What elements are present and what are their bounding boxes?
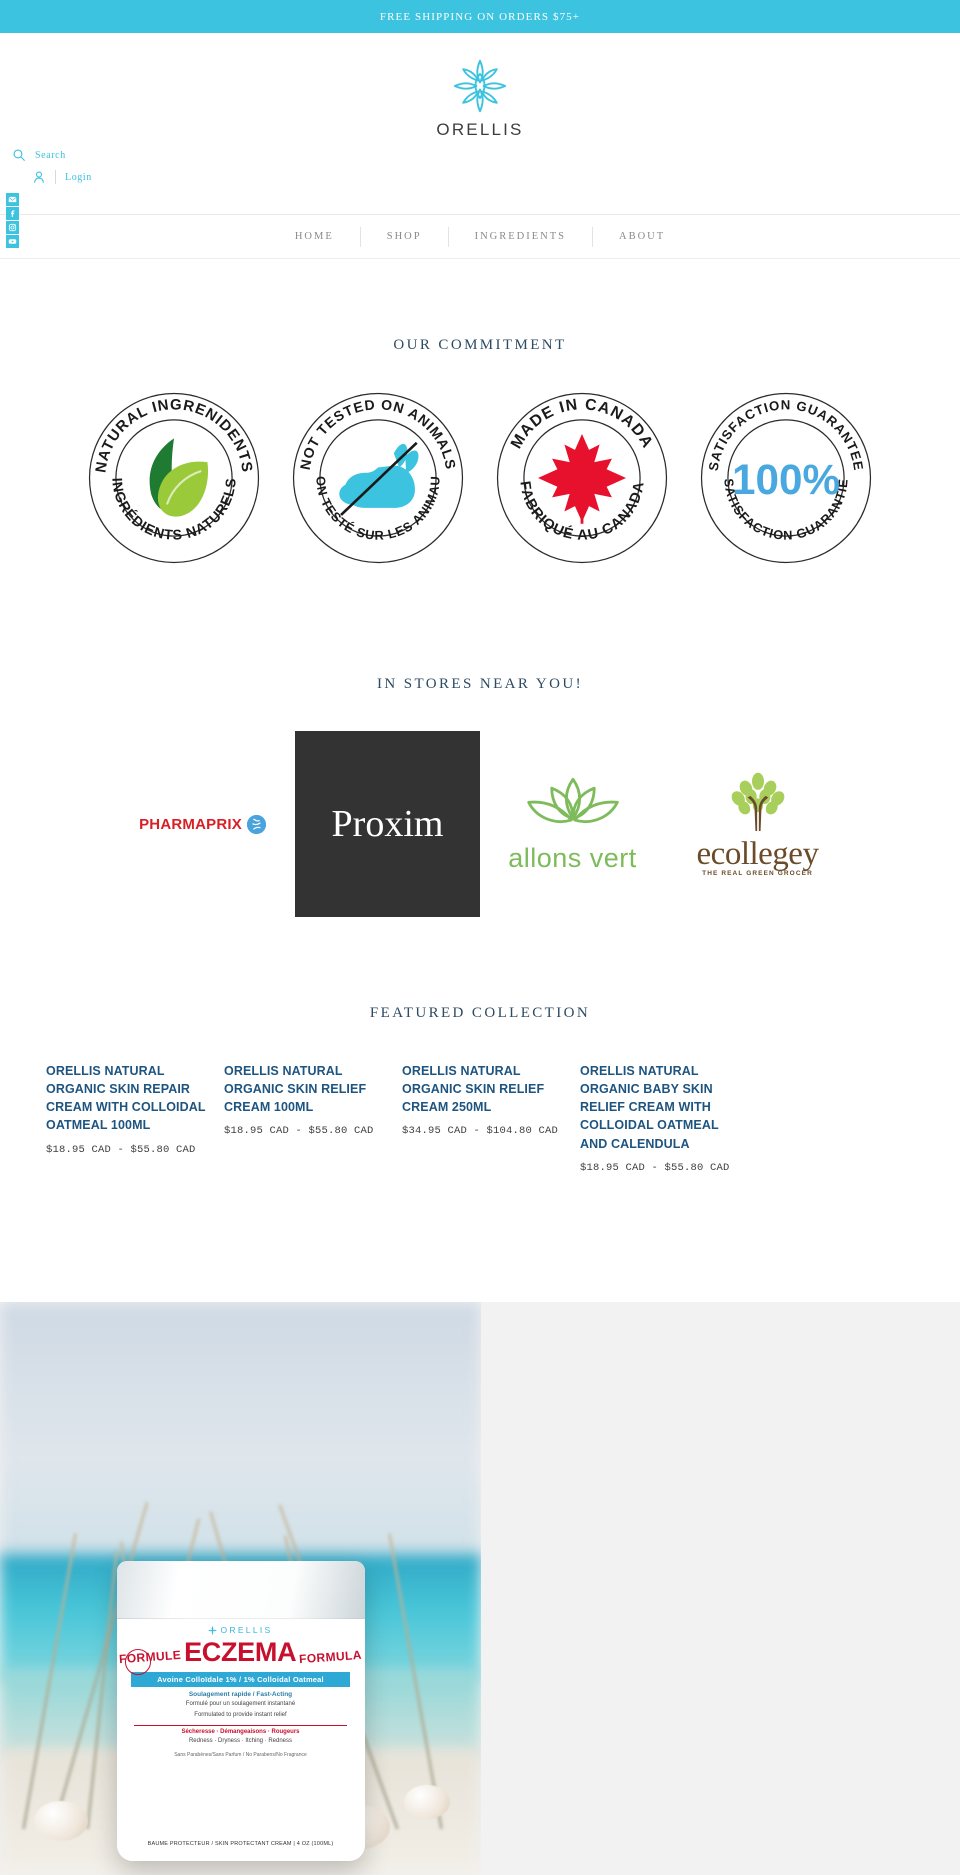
product-price: $18.95 CAD - $55.80 CAD bbox=[224, 1125, 374, 1138]
badge-not-tested-on-animals: NOT TESTED ON ANIMALS NON TESTÉ SUR LES … bbox=[290, 390, 466, 566]
jar-fast-acting: Soulagement rapide / Fast-Acting bbox=[188, 1691, 293, 1698]
logo[interactable]: ORELLIS bbox=[0, 56, 960, 140]
announcement-bar: FREE SHIPPING ON ORDERS $75+ bbox=[0, 0, 960, 33]
product-price: $18.95 CAD - $55.80 CAD bbox=[46, 1143, 196, 1156]
store-logo-ecollegey: ecollegey THE REAL GREEN GROCER bbox=[665, 744, 850, 904]
featured-title: FEATURED COLLECTION bbox=[369, 1005, 591, 1021]
pharmaprix-emblem-icon bbox=[246, 814, 266, 834]
jar-formule-left: FORMULE bbox=[118, 1647, 182, 1667]
hero-product-photo: ORELLIS FORMULE ECZEMA FORMULA Avoine Co… bbox=[0, 1302, 481, 1875]
product-title[interactable]: ORELLIS NATURAL ORGANIC SKIN RELIEF CREA… bbox=[224, 1062, 386, 1116]
store-logos: PHARMAPRIX Proxim allons vert ecollegey … bbox=[0, 731, 960, 917]
utility-links: Search Login bbox=[12, 148, 92, 184]
proxim-text-part: Proxim bbox=[331, 803, 444, 845]
jar-line-1: Formulé pour un soulagement instantané bbox=[185, 1701, 296, 1707]
search-icon bbox=[12, 148, 26, 162]
user-icon bbox=[32, 170, 46, 184]
jar-oatmeal-strip: Avoine Colloïdale 1% / 1% Colloidal Oatm… bbox=[131, 1672, 350, 1687]
rabbit-crossed-icon bbox=[339, 441, 419, 516]
site-header: ORELLIS Search Login bbox=[0, 33, 960, 248]
stores-section: IN STORES NEAR YOU! PHARMAPRIX Proxim al… bbox=[0, 566, 960, 917]
sky bbox=[0, 1302, 481, 1566]
ecollegey-text: ecollegey bbox=[696, 836, 819, 872]
maple-leaf-icon bbox=[538, 434, 626, 524]
eczema-cream-jar: ORELLIS FORMULE ECZEMA FORMULA Avoine Co… bbox=[116, 1561, 365, 1861]
badge-top-text: NOT TESTED ON ANIMALS bbox=[297, 396, 459, 471]
announcement-text: FREE SHIPPING ON ORDERS $75+ bbox=[379, 10, 581, 23]
orellis-flower-icon bbox=[450, 56, 510, 116]
jar-main-title: ECZEMA bbox=[184, 1637, 297, 1667]
jar-ingredient-note: Sans Parabènes/Sans Parfum / No Parabens… bbox=[174, 1752, 307, 1758]
store-logo-proxim: Proxim bbox=[295, 731, 480, 917]
jar-line-2: Formulated to provide instant relief bbox=[194, 1712, 287, 1718]
jar-bottom-text: BAUME PROTECTEUR / SKIN PROTECTANT CREAM… bbox=[147, 1841, 334, 1847]
login-link[interactable]: Login bbox=[12, 170, 92, 184]
logo-text: ORELLIS bbox=[436, 120, 524, 139]
commitment-title: OUR COMMITMENT bbox=[393, 337, 567, 353]
product-card[interactable]: ORELLIS NATURAL ORGANIC SKIN RELIEF CREA… bbox=[402, 1062, 580, 1174]
jar-label: ORELLIS FORMULE ECZEMA FORMULA Avoine Co… bbox=[116, 1619, 365, 1861]
store-logo-pharmaprix: PHARMAPRIX bbox=[110, 744, 295, 904]
proxim-text: Proxim bbox=[332, 802, 444, 846]
product-price: $18.95 CAD - $55.80 CAD bbox=[580, 1161, 730, 1174]
product-title[interactable]: ORELLIS NATURAL ORGANIC SKIN REPAIR CREA… bbox=[46, 1062, 208, 1135]
nav-item-ingredients[interactable]: INGREDIENTS bbox=[449, 231, 592, 242]
featured-section: FEATURED COLLECTION ORELLIS NATURAL ORGA… bbox=[0, 917, 960, 1174]
nav-item-shop[interactable]: SHOP bbox=[361, 231, 448, 242]
stores-title: IN STORES NEAR YOU! bbox=[376, 676, 584, 692]
product-grid: ORELLIS NATURAL ORGANIC SKIN REPAIR CREA… bbox=[0, 1062, 960, 1174]
jar-brand: ORELLIS bbox=[208, 1625, 272, 1635]
ecollegey-tagline: THE REAL GREEN GROCER bbox=[702, 870, 813, 877]
jar-symptoms-en: Redness · Dryness · Itching · Redness bbox=[188, 1738, 293, 1744]
tree-icon bbox=[715, 771, 801, 836]
svg-text:NATURAL INGRENIDENTS: NATURAL INGRENIDENTS bbox=[92, 396, 255, 474]
badge-top-text: NATURAL INGRENIDENTS bbox=[92, 396, 254, 474]
nav-item-about[interactable]: ABOUT bbox=[593, 231, 691, 242]
svg-text:NOT TESTED ON ANIMALS: NOT TESTED ON ANIMALS bbox=[297, 396, 459, 471]
allons-vert-text: allons vert bbox=[508, 843, 637, 873]
email-icon[interactable] bbox=[6, 193, 19, 206]
pharmaprix-text: PHARMAPRIX bbox=[139, 815, 242, 833]
commitment-section: OUR COMMITMENT NATURAL INGRENIDENTS INGR… bbox=[0, 259, 960, 566]
lotus-icon bbox=[518, 774, 628, 841]
percent-100-icon: 100% bbox=[732, 456, 840, 503]
product-card[interactable]: ORELLIS NATURAL ORGANIC SKIN REPAIR CREA… bbox=[46, 1062, 224, 1174]
product-title[interactable]: ORELLIS NATURAL ORGANIC SKIN RELIEF CREA… bbox=[402, 1062, 564, 1116]
badge-natural-ingredients: NATURAL INGRENIDENTS INGRÉDIENTS NATUREL… bbox=[86, 390, 262, 566]
product-card[interactable]: ORELLIS NATURAL ORGANIC SKIN RELIEF CREA… bbox=[224, 1062, 402, 1174]
badge-satisfaction-guarantee: SATISFACTION GUARANTEE SATISFACTION GUAR… bbox=[698, 390, 874, 566]
jar-lid bbox=[116, 1561, 365, 1619]
nav-item-home[interactable]: HOME bbox=[269, 231, 360, 242]
main-navigation: HOME SHOP INGREDIENTS ABOUT bbox=[0, 215, 960, 259]
jar-title: FORMULE ECZEMA FORMULA bbox=[119, 1637, 363, 1668]
commitment-badges: NATURAL INGRENIDENTS INGRÉDIENTS NATUREL… bbox=[0, 390, 960, 566]
jar-symptoms-fr: Sécheresse · Démangeaisons · Rougeurs bbox=[133, 1725, 348, 1735]
jar-brand-text: ORELLIS bbox=[220, 1625, 273, 1635]
social-links bbox=[6, 193, 19, 248]
product-title[interactable]: ORELLIS NATURAL ORGANIC BABY SKIN RELIEF… bbox=[580, 1062, 742, 1153]
facebook-icon[interactable] bbox=[6, 207, 19, 220]
instagram-icon[interactable] bbox=[6, 221, 19, 234]
youtube-icon[interactable] bbox=[6, 235, 19, 248]
product-price: $34.95 CAD - $104.80 CAD bbox=[402, 1125, 559, 1138]
product-card[interactable]: ORELLIS NATURAL ORGANIC BABY SKIN RELIEF… bbox=[580, 1062, 758, 1174]
leaf-icon bbox=[149, 438, 209, 517]
jar-formula-right: FORMULA bbox=[298, 1647, 363, 1667]
login-label: Login bbox=[65, 171, 92, 183]
store-logo-allons-vert: allons vert bbox=[480, 744, 665, 904]
utility-divider bbox=[55, 170, 56, 184]
badge-made-in-canada: MADE IN CANADA FABRIQUÉ AU CANADA bbox=[494, 390, 670, 566]
search-link[interactable]: Search bbox=[12, 148, 92, 162]
search-label: Search bbox=[35, 149, 66, 161]
hero-section: ORELLIS FORMULE ECZEMA FORMULA Avoine Co… bbox=[0, 1302, 960, 1875]
